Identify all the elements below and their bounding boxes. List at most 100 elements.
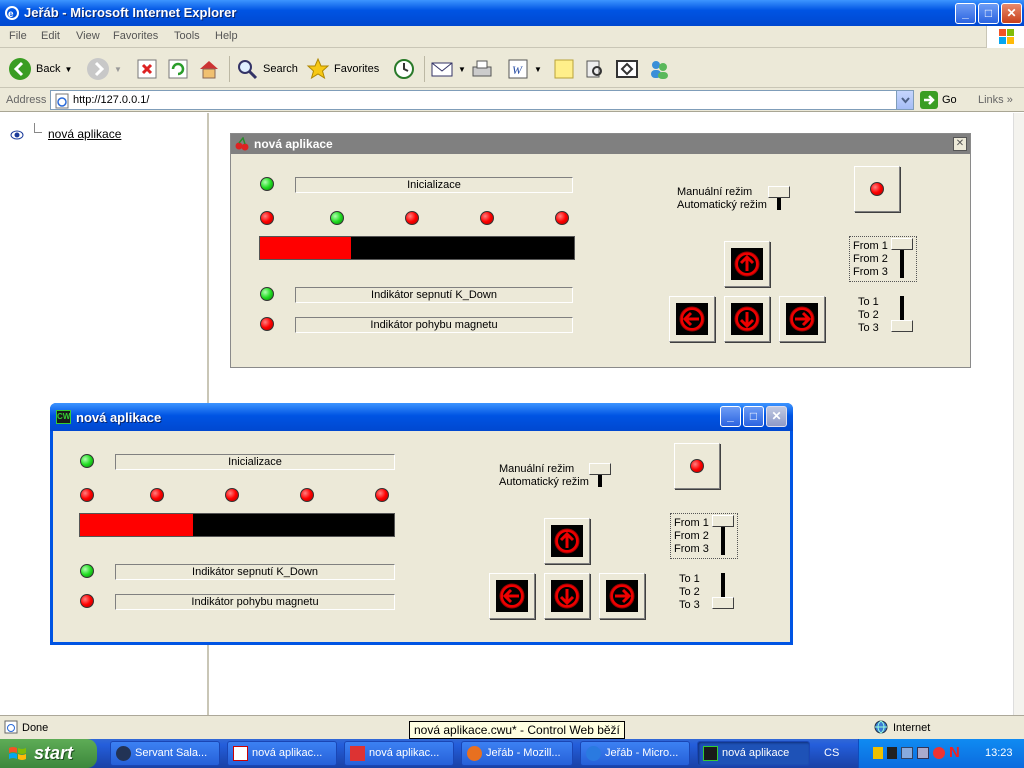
zone-text: Internet: [893, 722, 931, 734]
up-button[interactable]: [724, 241, 770, 287]
right-button[interactable]: [779, 296, 825, 342]
f-left-button[interactable]: [489, 573, 535, 619]
menu-edit[interactable]: Edit: [41, 30, 60, 42]
arrow-up-icon: [731, 248, 763, 280]
to-1-label: To 1: [858, 296, 879, 308]
back-button[interactable]: Back ▼: [8, 56, 72, 82]
messenger-button[interactable]: [647, 56, 671, 82]
floating-minimize-button[interactable]: _: [720, 406, 741, 427]
menu-file[interactable]: File: [9, 30, 27, 42]
led-2: [330, 211, 344, 225]
progress-fill-floating: [80, 514, 194, 536]
panel-close-button[interactable]: ✕: [953, 137, 967, 151]
taskbar: start Servant Sala... nová aplikac... no…: [0, 739, 1024, 768]
system-tray: N 13:23: [858, 739, 1024, 768]
app-panel-body: Inicializace Indikátor sepnutí K_Down In…: [231, 154, 970, 367]
language-indicator[interactable]: CS: [824, 747, 839, 759]
floating-titlebar: CW nová aplikace _ □ ✕: [50, 403, 793, 431]
task-jerab-ie[interactable]: Jeřáb - Micro...: [580, 741, 690, 766]
page-icon: [55, 93, 69, 109]
floating-maximize-button[interactable]: □: [743, 406, 764, 427]
window-title: Jeřáb - Microsoft Internet Explorer: [24, 5, 237, 20]
close-button[interactable]: ✕: [1001, 3, 1022, 24]
address-dropdown[interactable]: [896, 91, 913, 109]
task-nova-active[interactable]: nová aplikace: [697, 741, 810, 766]
to-switch[interactable]: [891, 320, 913, 332]
minimize-button[interactable]: _: [955, 3, 976, 24]
progress-bar: [259, 236, 575, 260]
left-button[interactable]: [669, 296, 715, 342]
address-url: http://127.0.0.1/: [73, 94, 150, 106]
tray-icon-4[interactable]: [917, 747, 929, 759]
mode-manual-label: Manuální režim: [677, 186, 753, 198]
edit-button[interactable]: W ▼: [506, 56, 542, 82]
task-nova-2[interactable]: nová aplikac...: [344, 741, 454, 766]
tray-icon-2[interactable]: [887, 747, 897, 759]
menu-tools[interactable]: Tools: [174, 30, 200, 42]
stop-led-button[interactable]: [854, 166, 900, 212]
favorites-button[interactable]: Favorites: [306, 56, 379, 82]
start-button[interactable]: start: [0, 739, 97, 768]
tray-icon-5[interactable]: [933, 747, 945, 759]
star-icon: [306, 57, 330, 80]
tooltip: nová aplikace.cwu* - Control Web běží: [409, 721, 625, 739]
arrow-down-icon: [551, 580, 583, 612]
menu-favorites[interactable]: Favorites: [113, 30, 158, 42]
f-to-switch[interactable]: [712, 597, 734, 609]
back-label: Back: [36, 63, 61, 75]
f-from-switch[interactable]: [712, 515, 734, 527]
tree-item-nova-aplikace[interactable]: nová aplikace: [48, 127, 121, 141]
f-right-button[interactable]: [599, 573, 645, 619]
maximize-button[interactable]: □: [978, 3, 999, 24]
mode-auto-label: Automatický režim: [677, 199, 767, 211]
vertical-scrollbar[interactable]: [1013, 113, 1024, 715]
back-arrow-icon: [9, 58, 31, 80]
mode-switch[interactable]: [768, 186, 790, 198]
source-button[interactable]: [615, 56, 639, 82]
refresh-icon: [168, 59, 188, 79]
windows-logo: [986, 26, 1024, 48]
forward-button[interactable]: ▼: [86, 56, 122, 82]
cw-icon: CW: [56, 410, 71, 424]
task-nova-1[interactable]: nová aplikac...: [227, 741, 337, 766]
task-jerab-mozilla[interactable]: Jeřáb - Mozill...: [461, 741, 573, 766]
stop-button[interactable]: [135, 56, 159, 82]
down-button[interactable]: [724, 296, 770, 342]
stop-led: [870, 182, 884, 196]
tray-icon-1[interactable]: [873, 747, 883, 759]
cherry-icon: [235, 137, 249, 151]
f-mode-switch[interactable]: [589, 463, 611, 475]
from-switch[interactable]: [891, 238, 913, 250]
f-stop-led-button[interactable]: [674, 443, 720, 489]
app-panel-embedded: nová aplikace ✕ Inicializace Indikátor s…: [230, 133, 971, 368]
floating-close-button[interactable]: ✕: [766, 406, 787, 427]
menu-view[interactable]: View: [76, 30, 100, 42]
arrow-right-icon: [606, 580, 638, 612]
address-input[interactable]: http://127.0.0.1/: [50, 90, 914, 110]
go-button[interactable]: Go: [920, 91, 957, 109]
from-3-label: From 3: [853, 266, 888, 278]
f-progress-bar: [79, 513, 395, 537]
mail-button[interactable]: ▼: [430, 56, 466, 82]
tray-n-icon[interactable]: N: [949, 744, 960, 761]
favorites-label: Favorites: [334, 63, 380, 75]
menu-help[interactable]: Help: [215, 30, 238, 42]
task-servant[interactable]: Servant Sala...: [110, 741, 220, 766]
f-down-button[interactable]: [544, 573, 590, 619]
menu-bar: File Edit View Favorites Tools Help: [0, 26, 1024, 48]
history-button[interactable]: [392, 56, 416, 82]
discuss-button[interactable]: [552, 56, 576, 82]
led-1: [260, 211, 274, 225]
print-button[interactable]: [470, 56, 494, 82]
to-2-label: To 2: [858, 309, 879, 321]
tray-icon-3[interactable]: [901, 747, 913, 759]
links-button[interactable]: Links »: [978, 94, 1013, 106]
page-done-icon: [4, 720, 18, 734]
refresh-button[interactable]: [166, 56, 190, 82]
home-button[interactable]: [197, 56, 221, 82]
go-arrow-icon: [920, 91, 938, 109]
f-up-button[interactable]: [544, 518, 590, 564]
search-button[interactable]: Search: [235, 56, 298, 82]
research-button[interactable]: [582, 56, 606, 82]
kdown-label: Indikátor sepnutí K_Down: [295, 287, 573, 303]
